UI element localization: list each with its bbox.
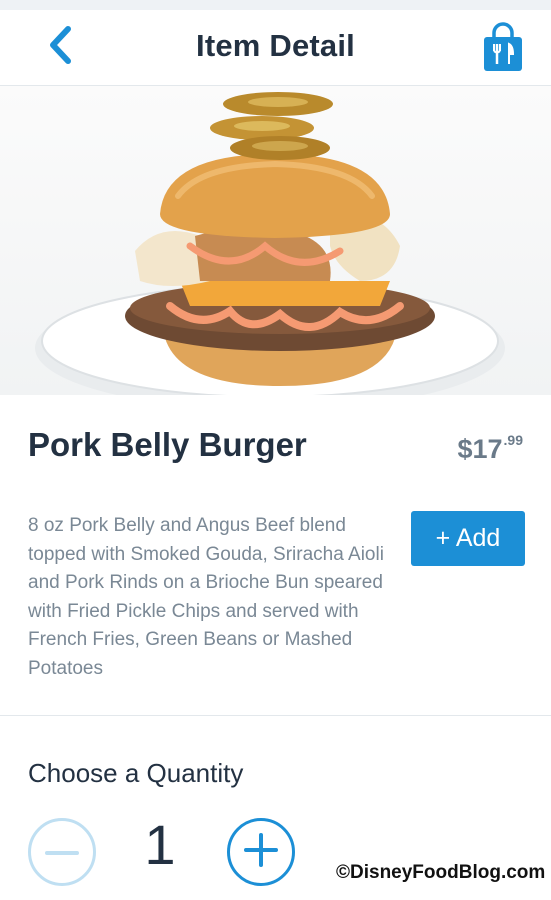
price-dollars: $17 bbox=[457, 434, 503, 464]
item-price: $17.99 bbox=[457, 432, 523, 465]
shopping-bag-utensils-icon bbox=[480, 22, 526, 78]
price-cents: .99 bbox=[503, 432, 523, 448]
decrease-quantity-button[interactable] bbox=[28, 818, 96, 886]
section-divider bbox=[0, 715, 551, 716]
increase-quantity-button[interactable] bbox=[227, 818, 295, 886]
item-name: Pork Belly Burger bbox=[28, 426, 307, 463]
watermark: ©DisneyFoodBlog.com bbox=[336, 862, 546, 883]
app-header: Item Detail bbox=[0, 10, 551, 86]
status-strip bbox=[0, 0, 551, 10]
page-title: Item Detail bbox=[196, 28, 355, 63]
minus-icon bbox=[45, 843, 79, 861]
add-button[interactable]: + Add bbox=[411, 511, 525, 566]
item-photo bbox=[0, 86, 551, 395]
quantity-label: Choose a Quantity bbox=[28, 758, 244, 788]
item-description: 8 oz Pork Belly and Angus Beef blend top… bbox=[28, 515, 384, 679]
cart-button[interactable] bbox=[480, 22, 526, 74]
quantity-value: 1 bbox=[144, 813, 176, 876]
plus-icon bbox=[244, 832, 278, 872]
